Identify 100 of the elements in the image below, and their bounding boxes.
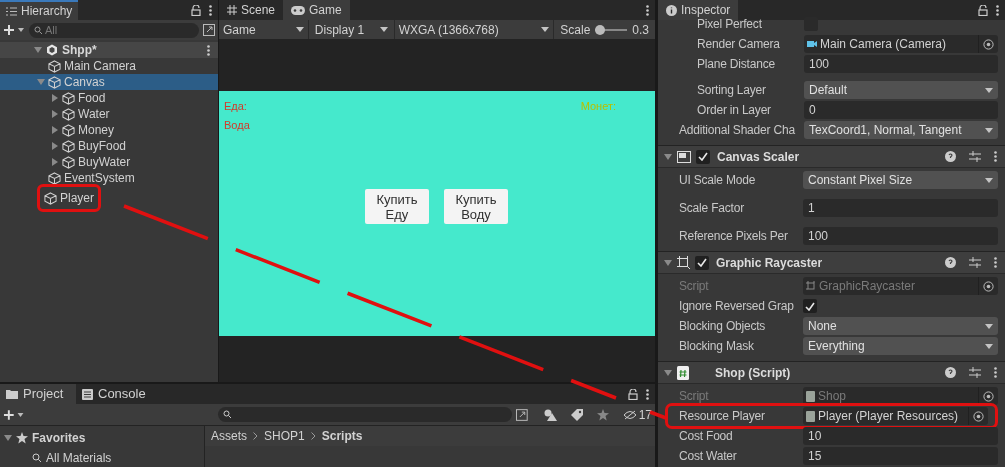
- component-title: Canvas Scaler: [717, 148, 801, 166]
- help-icon[interactable]: [945, 257, 956, 268]
- more-icon[interactable]: [994, 367, 997, 378]
- expand-arrow-icon[interactable]: [4, 434, 12, 442]
- hierarchy-row[interactable]: BuyWater: [0, 154, 218, 170]
- hierarchy-row[interactable]: Canvas: [0, 74, 218, 90]
- breadcrumb-item[interactable]: SHOP1: [264, 427, 305, 445]
- lock-icon[interactable]: [978, 4, 988, 16]
- hierarchy-item-label: EventSystem: [64, 170, 135, 187]
- more-icon[interactable]: [646, 4, 649, 16]
- hierarchy-tab[interactable]: Hierarchy: [0, 0, 79, 20]
- scene-header[interactable]: Shpp*: [0, 42, 218, 58]
- help-icon[interactable]: [945, 151, 956, 162]
- display-dropdown[interactable]: Display 1: [308, 20, 395, 39]
- presets-icon[interactable]: [969, 151, 981, 162]
- number-field[interactable]: 100: [804, 55, 998, 73]
- object-picker-icon[interactable]: [973, 410, 984, 422]
- panel-tab[interactable]: Console: [76, 384, 152, 404]
- presets-icon[interactable]: [969, 257, 981, 268]
- caret-icon: [295, 27, 304, 32]
- favorites-label[interactable]: Favorites: [32, 429, 86, 447]
- expand-arrow-icon[interactable]: [664, 258, 672, 267]
- number-field[interactable]: 10: [803, 427, 998, 445]
- chevron-icon: [253, 432, 258, 440]
- resolution-dropdown[interactable]: WXGA (1366x768): [394, 20, 555, 39]
- expand-arrow-icon[interactable]: [664, 368, 672, 377]
- maximize-icon[interactable]: [516, 408, 528, 421]
- number-field[interactable]: 15: [803, 447, 998, 465]
- maximize-icon[interactable]: [203, 24, 215, 36]
- buy-button[interactable]: Купить Еду: [365, 189, 429, 224]
- view-tab[interactable]: Scene: [219, 0, 284, 20]
- hierarchy-row[interactable]: Main Camera: [0, 58, 218, 74]
- slider-thumb[interactable]: [595, 24, 606, 35]
- number-field[interactable]: 100: [803, 227, 998, 245]
- component-header[interactable]: Graphic Raycaster: [658, 252, 1005, 274]
- script-file-icon: [806, 410, 815, 422]
- enable-checkbox[interactable]: [695, 255, 709, 270]
- hierarchy-row[interactable]: Money: [0, 122, 218, 138]
- property-label: Additional Shader Cha: [679, 123, 795, 137]
- more-icon[interactable]: [994, 151, 997, 162]
- add-dropdown-icon[interactable]: [3, 24, 25, 36]
- property-label: Cost Food: [679, 429, 733, 443]
- more-icon[interactable]: [209, 4, 212, 16]
- dropdown[interactable]: Default: [804, 81, 998, 99]
- favorites-item[interactable]: All Materials: [46, 449, 112, 467]
- hierarchy-row[interactable]: BuyFood: [0, 138, 218, 154]
- object-field[interactable]: Main Camera (Camera): [804, 35, 998, 53]
- cube-icon: [48, 59, 61, 73]
- star-icon[interactable]: [596, 408, 609, 421]
- game-label: Монет:: [580, 99, 616, 114]
- object-field[interactable]: Player (Player Resources): [803, 407, 988, 425]
- dropdown[interactable]: TexCoord1, Normal, Tangent: [804, 121, 998, 139]
- folder-icon: [6, 389, 18, 399]
- more-icon[interactable]: [996, 4, 999, 16]
- hidden-count: 17: [638, 406, 652, 424]
- lock-icon[interactable]: [628, 388, 638, 400]
- property-label: Plane Distance: [697, 57, 775, 71]
- object-picker-icon[interactable]: [983, 280, 994, 292]
- number-field[interactable]: 1: [803, 199, 998, 217]
- inspector-tab[interactable]: Inspector: [658, 0, 739, 20]
- expand-arrow-icon[interactable]: [34, 46, 42, 54]
- component-header[interactable]: Shop (Script): [658, 362, 1005, 384]
- game-mode-dropdown[interactable]: Game: [219, 20, 309, 39]
- hierarchy-row[interactable]: Food: [0, 90, 218, 106]
- breadcrumb-item[interactable]: Assets: [211, 427, 247, 445]
- dropdown[interactable]: None: [803, 317, 998, 335]
- enable-checkbox[interactable]: [696, 149, 710, 164]
- hierarchy-item-label: BuyFood: [78, 138, 127, 155]
- gamepad-icon: [291, 5, 306, 15]
- view-tab[interactable]: Game: [283, 0, 350, 20]
- more-icon[interactable]: [207, 44, 210, 56]
- number-field[interactable]: 0: [804, 101, 998, 119]
- dropdown[interactable]: Constant Pixel Size: [803, 171, 998, 189]
- help-icon[interactable]: [945, 367, 956, 378]
- more-icon[interactable]: [994, 257, 997, 268]
- more-icon[interactable]: [646, 388, 649, 400]
- checkbox[interactable]: [803, 299, 817, 313]
- hidden-eye-icon[interactable]: [622, 409, 637, 420]
- dropdown[interactable]: Everything: [803, 337, 998, 355]
- shapes-icon[interactable]: [543, 408, 557, 421]
- add-dropdown-icon[interactable]: [3, 408, 25, 421]
- panel-tab[interactable]: Project: [0, 384, 76, 404]
- component-header[interactable]: Canvas Scaler: [658, 146, 1005, 168]
- buy-button[interactable]: Купить Воду: [444, 189, 508, 224]
- hierarchy-row[interactable]: Player: [0, 186, 218, 212]
- scale-slider[interactable]: [595, 24, 628, 35]
- search-icon: [223, 410, 233, 419]
- lock-icon[interactable]: [191, 4, 201, 16]
- presets-icon[interactable]: [969, 367, 981, 378]
- cube-icon: [62, 123, 75, 137]
- hierarchy-row[interactable]: EventSystem: [0, 170, 218, 186]
- tag-icon[interactable]: [570, 408, 583, 421]
- caret-icon: [985, 177, 993, 183]
- breadcrumb-item[interactable]: Scripts: [321, 427, 363, 445]
- hierarchy-row[interactable]: Water: [0, 106, 218, 122]
- object-picker-icon[interactable]: [983, 38, 994, 50]
- search-field[interactable]: All: [29, 22, 199, 38]
- object-picker-icon[interactable]: [983, 390, 994, 402]
- search-field[interactable]: [218, 407, 512, 422]
- expand-arrow-icon[interactable]: [664, 152, 672, 161]
